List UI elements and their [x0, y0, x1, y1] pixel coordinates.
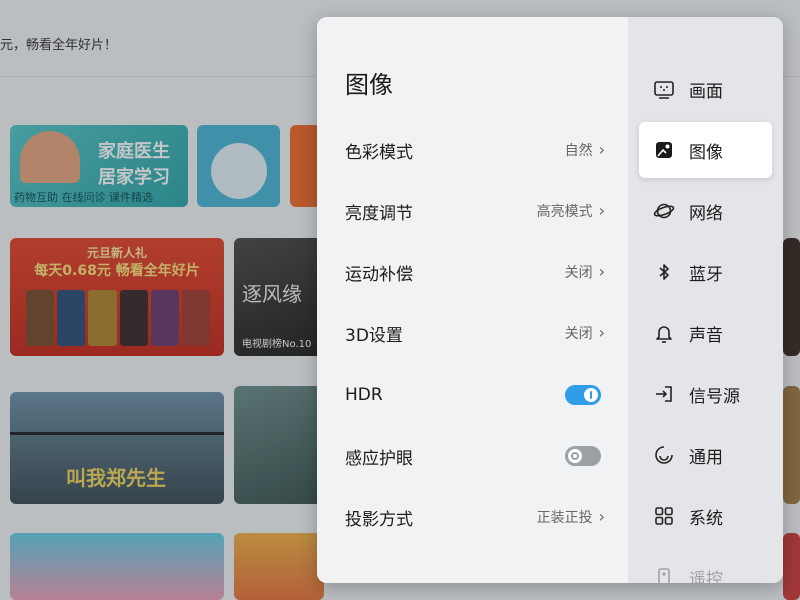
option-3d-settings[interactable]: 3D设置 关闭 › — [345, 313, 605, 353]
nav-label: 画面 — [689, 81, 723, 102]
bluetooth-icon — [653, 261, 675, 283]
option-eye-protection[interactable]: 感应护眼 — [345, 436, 605, 476]
nav-item-bluetooth[interactable]: 蓝牙 — [639, 244, 772, 300]
nav-label: 系统 — [689, 508, 723, 529]
remote-icon — [653, 566, 675, 583]
grid-icon — [653, 505, 675, 527]
option-label: 运动补偿 — [345, 264, 413, 285]
option-label: 投影方式 — [345, 509, 413, 530]
nav-item-remote[interactable]: 遥控 — [639, 549, 772, 583]
nav-label: 网络 — [689, 203, 723, 224]
image-icon — [653, 139, 675, 161]
general-icon — [653, 444, 675, 466]
nav-label: 声音 — [689, 325, 723, 346]
option-label: HDR — [345, 385, 383, 405]
nav-label: 遥控 — [689, 569, 723, 584]
settings-panel: 图像 色彩模式 自然 › 亮度调节 高亮模式 › 运动补偿 关闭 › 3D设置 关闭 ›… — [317, 17, 783, 583]
chevron-right-icon: › — [598, 140, 605, 159]
hdr-toggle[interactable] — [565, 385, 601, 405]
image-settings-pane: 图像 色彩模式 自然 › 亮度调节 高亮模式 › 运动补偿 关闭 › 3D设置 关闭 ›… — [317, 17, 628, 583]
planet-icon — [653, 200, 675, 222]
nav-item-image[interactable]: 图像 — [639, 122, 772, 178]
panel-title: 图像 — [345, 71, 393, 99]
nav-label: 蓝牙 — [689, 264, 723, 285]
nav-label: 图像 — [689, 142, 723, 163]
option-projection-mode[interactable]: 投影方式 正装正投 › — [345, 497, 605, 537]
option-label: 3D设置 — [345, 325, 403, 346]
option-label: 感应护眼 — [345, 448, 413, 469]
chevron-right-icon: › — [598, 201, 605, 220]
option-value: 关闭 › — [564, 323, 605, 343]
nav-label: 通用 — [689, 447, 723, 468]
option-label: 色彩模式 — [345, 142, 413, 163]
option-label: 亮度调节 — [345, 203, 413, 224]
option-value: 正装正投 › — [536, 507, 605, 527]
nav-label: 信号源 — [689, 386, 740, 407]
eye-protection-toggle[interactable] — [565, 446, 601, 466]
screen-icon — [653, 78, 675, 100]
option-motion-compensation[interactable]: 运动补偿 关闭 › — [345, 252, 605, 292]
chevron-right-icon: › — [598, 323, 605, 342]
option-value: 高亮模式 › — [536, 201, 605, 221]
chevron-right-icon: › — [598, 507, 605, 526]
bell-icon — [653, 322, 675, 344]
nav-item-network[interactable]: 网络 — [639, 183, 772, 239]
option-color-mode[interactable]: 色彩模式 自然 › — [345, 130, 605, 170]
nav-item-picture[interactable]: 画面 — [639, 61, 772, 117]
option-hdr[interactable]: HDR — [345, 375, 605, 415]
input-source-icon — [653, 383, 675, 405]
option-value: 自然 › — [564, 140, 605, 160]
nav-item-input-source[interactable]: 信号源 — [639, 366, 772, 422]
settings-nav: 画面 图像 网络 蓝牙 声音 信号源 通用 系统 遥控 — [628, 17, 783, 583]
nav-item-sound[interactable]: 声音 — [639, 305, 772, 361]
nav-item-system[interactable]: 系统 — [639, 488, 772, 544]
chevron-right-icon: › — [598, 262, 605, 281]
nav-item-general[interactable]: 通用 — [639, 427, 772, 483]
option-brightness[interactable]: 亮度调节 高亮模式 › — [345, 191, 605, 231]
option-value: 关闭 › — [564, 262, 605, 282]
